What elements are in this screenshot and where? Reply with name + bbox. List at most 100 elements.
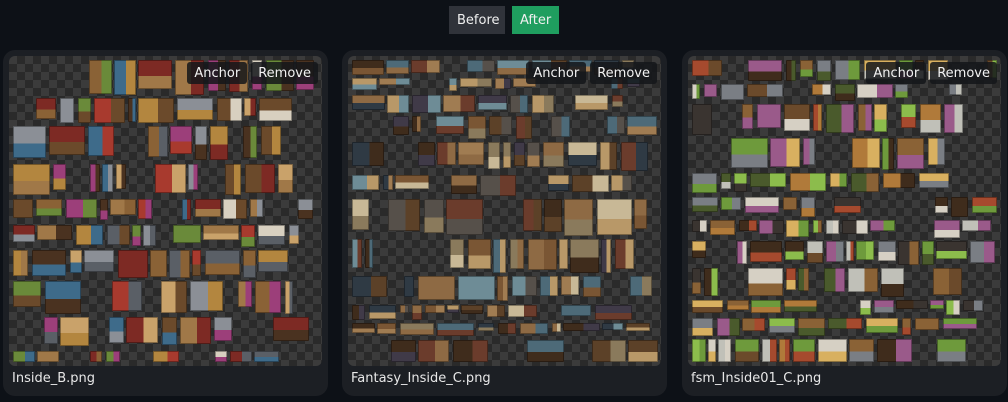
- tileset-sprite: [704, 84, 717, 97]
- tileset-sprite: [692, 268, 701, 294]
- tileset-sprite: [241, 225, 255, 247]
- tileset-sprite: [106, 351, 120, 362]
- tileset-sprite: [192, 250, 201, 276]
- tileset-sprite: [785, 241, 804, 260]
- tileset-sprite: [563, 323, 600, 331]
- tileset-sprite: [597, 199, 632, 235]
- tileset-sprite: [495, 78, 511, 89]
- tileset-sprite: [972, 197, 997, 213]
- tileset-sprite: [508, 305, 537, 317]
- tileset-sprite: [721, 173, 731, 189]
- tileset-sprite: [692, 220, 707, 232]
- after-button[interactable]: After: [512, 6, 559, 34]
- tileset-sprite: [116, 164, 126, 189]
- tileset-sprite: [66, 199, 97, 218]
- tileset-sprite: [254, 351, 279, 362]
- tileset-sprite: [742, 104, 753, 129]
- tileset-sprite: [934, 220, 960, 238]
- tileset-sprite: [801, 197, 815, 217]
- remove-button[interactable]: Remove: [251, 62, 318, 84]
- tileset-sprite: [626, 323, 650, 331]
- tileset-sprite: [543, 142, 564, 167]
- tileset-sprite: [37, 351, 59, 362]
- tileset-sprite: [497, 276, 508, 301]
- tileset-sprite: [615, 239, 634, 269]
- tileset-sprite: [922, 241, 934, 265]
- tileset-sprite: [478, 323, 494, 331]
- tileset-sprite: [404, 276, 414, 297]
- tileset-sprite: [418, 142, 435, 166]
- tileset-sprite: [858, 104, 872, 131]
- tileset-sprite: [90, 351, 102, 362]
- tileset-sprite: [132, 225, 141, 246]
- before-after-toggle: Before After: [449, 6, 559, 34]
- tileset-sprite: [225, 164, 241, 195]
- tileset-sprite: [258, 225, 285, 245]
- tileset-sprite: [882, 138, 894, 170]
- tileset-sprite: [468, 239, 491, 269]
- tileset-sprite: [902, 318, 911, 335]
- tileset-sprite: [114, 60, 136, 95]
- tileset-sprite: [412, 95, 441, 113]
- tileset-sprite: [458, 142, 484, 165]
- tileset-sprite: [100, 199, 108, 220]
- tileset-filename: Inside_B.png: [12, 371, 96, 386]
- tileset-sprite: [451, 175, 477, 194]
- remove-button[interactable]: Remove: [590, 62, 657, 84]
- tileset-sprite: [437, 323, 474, 336]
- tileset-sprite: [572, 175, 609, 192]
- tileset-sprite: [692, 339, 706, 362]
- tileset-sprite: [946, 300, 960, 315]
- tileset-preview[interactable]: [688, 56, 1001, 366]
- tileset-sprite: [170, 126, 192, 154]
- tileset-sprite: [750, 173, 786, 187]
- tileset-sprite: [883, 173, 915, 188]
- tileset-sprite: [395, 175, 429, 189]
- tileset-sprite: [352, 60, 384, 75]
- tileset-sprite: [856, 241, 874, 260]
- tileset-sprite: [692, 318, 713, 336]
- tileset-sprite: [230, 351, 252, 362]
- tileset-sprite: [458, 276, 495, 300]
- tileset-sprite: [807, 241, 823, 263]
- anchor-button[interactable]: Anchor: [866, 62, 927, 84]
- tileset-sprite: [937, 339, 966, 362]
- tileset-sprite: [365, 239, 373, 268]
- tileset-sprite: [692, 60, 722, 76]
- remove-button[interactable]: Remove: [930, 62, 997, 84]
- tileset-sprite: [627, 116, 657, 135]
- tileset-sprite: [173, 225, 201, 243]
- tileset-preview[interactable]: [348, 56, 661, 366]
- tileset-preview[interactable]: [9, 56, 322, 366]
- tileset-sprite: [53, 164, 66, 190]
- tileset-sprite: [516, 116, 532, 139]
- tileset-sprite: [352, 323, 375, 333]
- tileset-sprite: [377, 323, 396, 334]
- tileset-sprite: [188, 164, 198, 190]
- tileset-sprite: [552, 323, 561, 332]
- tileset-sprite: [520, 323, 548, 334]
- anchor-button[interactable]: Anchor: [187, 62, 248, 84]
- tileset-sprite: [138, 60, 172, 89]
- before-button[interactable]: Before: [449, 6, 505, 34]
- tileset-sprite: [930, 300, 944, 309]
- tileset-sprite: [148, 126, 168, 157]
- tileset-card: Anchor Remove fsm_Inside01_C.png: [682, 50, 1007, 396]
- card-actions: Anchor Remove: [866, 62, 997, 84]
- tileset-sprite: [400, 323, 434, 335]
- tileset-sprite: [162, 317, 177, 345]
- tileset-sprite: [692, 104, 712, 135]
- tileset-sprite: [769, 318, 795, 333]
- tileset-sprite: [13, 281, 41, 307]
- tileset-sprite: [259, 98, 292, 121]
- tileset-sprite: [89, 60, 112, 94]
- tileset-sprite: [195, 126, 207, 160]
- tileset-card: Anchor Remove Inside_B.png: [3, 50, 328, 396]
- tileset-sprite: [118, 250, 148, 278]
- tileset-sprite: [447, 305, 459, 313]
- anchor-button[interactable]: Anchor: [526, 62, 587, 84]
- tileset-sprite: [352, 142, 384, 166]
- tileset-sprite: [915, 318, 939, 330]
- tileset-sprite: [437, 142, 456, 165]
- tileset-sprite: [835, 60, 860, 80]
